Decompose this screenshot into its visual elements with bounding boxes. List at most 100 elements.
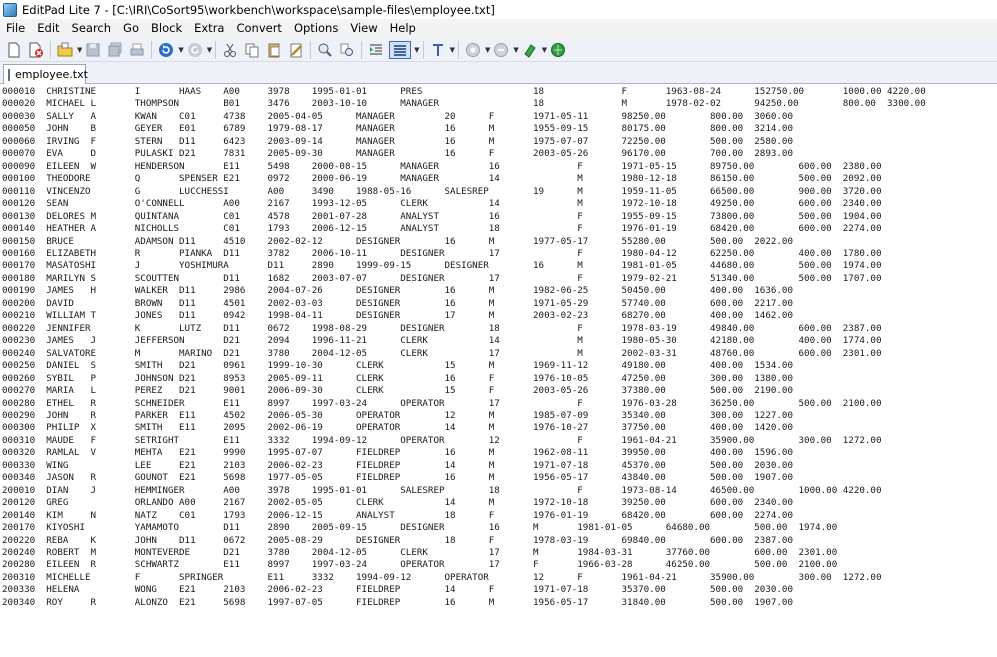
- text-line[interactable]: 200140 KIM N NATZ C01 1793 2006-12-15 AN…: [2, 510, 793, 522]
- menu-file[interactable]: File: [0, 19, 31, 38]
- menu-extra[interactable]: Extra: [188, 19, 230, 38]
- text-line[interactable]: 200170 KIYOSHI YAMAMOTO D11 2890 2005-09…: [2, 522, 837, 534]
- word-wrap-icon: [394, 44, 407, 56]
- menu-edit[interactable]: Edit: [31, 19, 65, 38]
- cut-button[interactable]: [221, 41, 239, 59]
- paste-button[interactable]: [265, 41, 283, 59]
- text-line[interactable]: 000070 EVA D PULASKI D21 7831 2005-09-30…: [2, 148, 793, 160]
- play-macro-dropdown-arrow[interactable]: ▼: [513, 46, 518, 54]
- word-wrap-dropdown-arrow[interactable]: ▼: [414, 46, 419, 54]
- text-line[interactable]: 000330 WING LEE E21 2103 2006-02-23 FIEL…: [2, 460, 793, 472]
- text-line[interactable]: 200310 MICHELLE F SPRINGER E11 3332 1994…: [2, 572, 881, 584]
- replace-button[interactable]: [338, 41, 356, 59]
- text-line[interactable]: 000210 WILLIAM T JONES D11 0942 1998-04-…: [2, 310, 793, 322]
- open-folder-icon: [57, 42, 73, 56]
- text-line[interactable]: 000270 MARIA L PEREZ D21 9001 2006-09-30…: [2, 385, 793, 397]
- font-button[interactable]: [429, 41, 447, 59]
- text-line[interactable]: 000260 SYBIL P JOHNSON D21 8953 2005-09-…: [2, 373, 793, 385]
- text-line[interactable]: 000130 DELORES M QUINTANA C01 4578 2001-…: [2, 211, 881, 223]
- clipboard-button[interactable]: [287, 41, 305, 59]
- text-line[interactable]: 000200 DAVID BROWN D11 4501 2002-03-03 D…: [2, 298, 793, 310]
- text-line[interactable]: 000340 JASON R GOUNOT E21 5698 1977-05-0…: [2, 472, 793, 484]
- bookmark-dropdown-arrow[interactable]: ▼: [542, 46, 547, 54]
- copy-icon: [245, 43, 259, 57]
- text-line[interactable]: 000310 MAUDE F SETRIGHT E11 3332 1994-09…: [2, 435, 881, 447]
- text-line[interactable]: 200330 HELENA WONG E21 2103 2006-02-23 F…: [2, 584, 793, 596]
- menu-help[interactable]: Help: [384, 19, 422, 38]
- text-line[interactable]: 000050 JOHN B GEYER E01 6789 1979-08-17 …: [2, 123, 793, 135]
- menu-options[interactable]: Options: [288, 19, 344, 38]
- text-line[interactable]: 000180 MARILYN S SCOUTTEN D11 1682 2003-…: [2, 273, 881, 285]
- word-wrap-button[interactable]: [389, 40, 412, 59]
- open-button[interactable]: [56, 41, 74, 59]
- text-line[interactable]: 000030 SALLY A KWAN C01 4738 2005-04-05 …: [2, 111, 793, 123]
- text-line[interactable]: 000020 MICHAEL L THOMPSON B01 3476 2003-…: [2, 98, 926, 110]
- text-line[interactable]: 000240 SALVATORE M MARINO D21 3780 2004-…: [2, 348, 881, 360]
- text-line[interactable]: 000250 DANIEL S SMITH D21 0961 1999-10-3…: [2, 360, 793, 372]
- text-editor[interactable]: 000010 CHRISTINE I HAAS A00 3978 1995-01…: [0, 84, 997, 657]
- clipboard-icon: [290, 43, 302, 57]
- indent-button[interactable]: [367, 41, 385, 59]
- menu-block[interactable]: Block: [145, 19, 188, 38]
- text-line[interactable]: 000140 HEATHER A NICHOLLS C01 1793 2006-…: [2, 223, 881, 235]
- text-line[interactable]: 200220 REBA K JOHN D11 0672 2005-08-29 D…: [2, 535, 793, 547]
- redo-dropdown-arrow[interactable]: ▼: [207, 46, 212, 54]
- cut-icon: [224, 43, 237, 57]
- text-line[interactable]: 000170 MASATOSHI J YOSHIMURA D11 2890 19…: [2, 260, 881, 272]
- close-file-button[interactable]: [27, 41, 45, 59]
- text-line[interactable]: 200240 ROBERT M MONTEVERDE D21 3780 2004…: [2, 547, 837, 559]
- tab-employee-txt[interactable]: employee.txt: [3, 64, 88, 84]
- search-button[interactable]: [316, 41, 334, 59]
- text-line[interactable]: 200010 DIAN J HEMMINGER A00 3978 1995-01…: [2, 485, 881, 497]
- text-line[interactable]: 000100 THEODORE Q SPENSER E21 0972 2000-…: [2, 173, 881, 185]
- undo-dropdown-arrow[interactable]: ▼: [178, 46, 183, 54]
- text-line[interactable]: 000090 EILEEN W HENDERSON E11 5498 2000-…: [2, 161, 881, 173]
- menu-go[interactable]: Go: [117, 19, 145, 38]
- new-file-button[interactable]: [5, 41, 23, 59]
- text-line[interactable]: 000320 RAMLAL V MEHTA E21 9990 1995-07-0…: [2, 447, 793, 459]
- save-all-button[interactable]: [106, 41, 124, 59]
- text-line[interactable]: 000300 PHILIP X SMITH E11 2095 2002-06-1…: [2, 422, 793, 434]
- print-button[interactable]: [128, 41, 146, 59]
- font-icon: [432, 43, 443, 56]
- record-macro-button[interactable]: [464, 41, 482, 59]
- redo-icon: [187, 42, 202, 57]
- text-line[interactable]: 000160 ELIZABETH R PIANKA D11 3782 2006-…: [2, 248, 881, 260]
- toolbar-separator: [151, 40, 153, 59]
- text-line[interactable]: 000010 CHRISTINE I HAAS A00 3978 1995-01…: [2, 86, 926, 98]
- bookmark-button[interactable]: [521, 41, 539, 59]
- text-line[interactable]: 000150 BRUCE ADAMSON D11 4510 2002-02-12…: [2, 236, 793, 248]
- tab-label: employee.txt: [15, 68, 88, 81]
- open-dropdown-arrow[interactable]: ▼: [77, 46, 82, 54]
- text-line[interactable]: 200120 GREG ORLANDO A00 2167 2002-05-05 …: [2, 497, 793, 509]
- web-button[interactable]: [549, 41, 567, 59]
- toolbar-separator: [457, 40, 459, 59]
- text-line[interactable]: 000280 ETHEL R SCHNEIDER E11 8997 1997-0…: [2, 398, 881, 410]
- save-button[interactable]: [84, 41, 102, 59]
- text-file-icon: [8, 68, 10, 81]
- app-icon[interactable]: [3, 2, 17, 17]
- bookmark-icon: [524, 43, 536, 58]
- toolbar-separator: [215, 40, 217, 59]
- menu-convert[interactable]: Convert: [230, 19, 287, 38]
- text-line[interactable]: 000190 JAMES H WALKER D11 2986 2004-07-2…: [2, 285, 793, 297]
- toolbar-separator: [422, 40, 424, 59]
- menu-view[interactable]: View: [344, 19, 383, 38]
- record-macro-dropdown-arrow[interactable]: ▼: [485, 46, 490, 54]
- font-dropdown-arrow[interactable]: ▼: [450, 46, 455, 54]
- redo-button[interactable]: [186, 41, 204, 59]
- text-line[interactable]: 000220 JENNIFER K LUTZ D11 0672 1998-08-…: [2, 323, 881, 335]
- text-line[interactable]: 000120 SEAN O'CONNELL A00 2167 1993-12-0…: [2, 198, 881, 210]
- undo-button[interactable]: [157, 41, 175, 59]
- text-line[interactable]: 000230 JAMES J JEFFERSON D21 2094 1996-1…: [2, 335, 881, 347]
- indent-icon: [370, 44, 383, 54]
- text-line[interactable]: 000290 JOHN R PARKER E11 4502 2006-05-30…: [2, 410, 793, 422]
- text-line[interactable]: 200280 EILEEN R SCHWARTZ E11 8997 1997-0…: [2, 559, 837, 571]
- play-macro-button[interactable]: [492, 41, 510, 59]
- toolbar: ▼ ▼ ▼ ▼ ▼ ▼ ▼ ▼: [0, 38, 997, 62]
- text-line[interactable]: 000060 IRVING F STERN D11 6423 2003-09-1…: [2, 136, 793, 148]
- menu-search[interactable]: Search: [66, 19, 118, 38]
- text-line[interactable]: 200340 ROY R ALONZO E21 5698 1997-07-05 …: [2, 597, 793, 609]
- text-line[interactable]: 000110 VINCENZO G LUCCHESSI A00 3490 198…: [2, 186, 881, 198]
- copy-button[interactable]: [243, 41, 261, 59]
